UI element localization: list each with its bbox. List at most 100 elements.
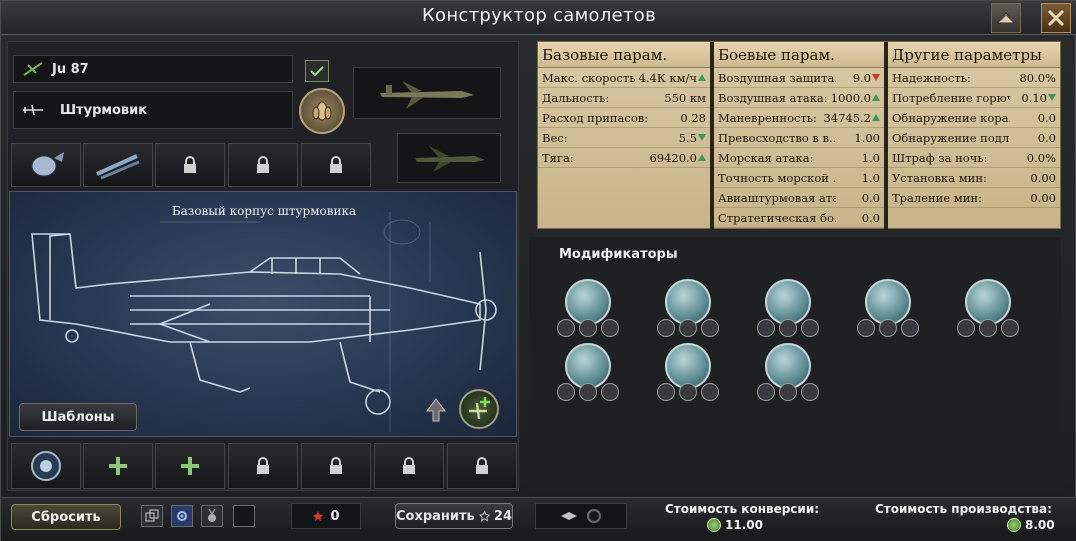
- stat-label: Обнаружение подл...: [892, 130, 1010, 145]
- conversion-cost-label: Стоимость конверсии:: [665, 502, 820, 516]
- modifier-item[interactable]: [757, 279, 819, 341]
- stat-label: Потребление горюч...: [892, 90, 1010, 105]
- aircraft-model-preview[interactable]: [353, 67, 501, 119]
- stat-value: 4.4К км/ч: [639, 71, 706, 85]
- bottom-bar: Сбросить 0 Сохранить 24 Стоимость конвер…: [1, 497, 1076, 541]
- attack-icon: [579, 319, 597, 337]
- stat-value-text: 34745.2: [823, 110, 871, 125]
- view-toggle[interactable]: [535, 503, 627, 529]
- counter-value: 0: [330, 508, 340, 524]
- terrain-icon: [757, 319, 775, 337]
- stat-value-text: 0.28: [680, 110, 706, 125]
- trend-up-icon: [698, 154, 706, 161]
- stat-value-text: 0.00: [1030, 170, 1056, 185]
- upgrade-arrow-icon[interactable]: [425, 397, 447, 423]
- reset-button[interactable]: Сбросить: [11, 504, 121, 530]
- module-slot-locked-2[interactable]: [228, 143, 298, 187]
- lock-icon: [184, 156, 196, 173]
- terrain-icon: [557, 383, 575, 401]
- book-icon: [996, 12, 1016, 24]
- settings-button[interactable]: [171, 505, 193, 527]
- modifier-item[interactable]: [957, 279, 1019, 341]
- design-name-field[interactable]: Ju 87: [13, 55, 293, 83]
- module-slot-locked-5[interactable]: [301, 443, 371, 489]
- add-aircraft-button[interactable]: [459, 389, 499, 429]
- stat-value-text: 0.0: [861, 190, 880, 205]
- stat-value-text: 1.0: [861, 150, 880, 165]
- modifier-item[interactable]: [557, 279, 619, 341]
- trend-up-icon: [872, 114, 880, 121]
- stat-label: Воздушная защита:: [718, 70, 836, 85]
- close-button[interactable]: [1041, 3, 1071, 33]
- plane-variant-image: [415, 146, 485, 172]
- stat-value: 9.0: [853, 71, 880, 85]
- trend-down-icon: [872, 74, 880, 81]
- stat-value-text: 1000.0: [830, 90, 871, 105]
- stuka-model-image: [380, 81, 474, 109]
- stat-label: Обнаружение кора...: [892, 110, 1010, 125]
- stats-panel: Базовые парам. Макс. скорость 4.4К км/ч Да…: [537, 41, 1061, 230]
- stat-row: Превосходство в в... 1.00: [714, 128, 884, 148]
- modifier-item[interactable]: [657, 279, 719, 341]
- modifier-item[interactable]: [557, 343, 619, 405]
- defense-icon: [601, 383, 619, 401]
- stat-value: 1000.0: [831, 91, 880, 105]
- stat-value: 69420.0: [649, 151, 706, 165]
- combat-stats-column: Боевые парам. Воздушная защита: 9.0 Воздуш…: [714, 42, 884, 230]
- save-button[interactable]: Сохранить 24: [395, 503, 513, 529]
- stat-row: Маневренность: 34745.2: [714, 108, 884, 128]
- stat-value: 34745.2: [823, 111, 880, 125]
- terrain-icon: [657, 319, 675, 337]
- terrain-icon: [657, 383, 675, 401]
- module-slot-add-2[interactable]: [155, 443, 225, 489]
- confirm-checkbox[interactable]: [305, 60, 329, 82]
- module-slot-bomb[interactable]: [11, 143, 81, 187]
- medal-button[interactable]: [201, 505, 223, 527]
- module-slot-locked-1[interactable]: [155, 143, 225, 187]
- module-slot-locked-3[interactable]: [301, 143, 371, 187]
- base-stats-header: Базовые парам.: [538, 42, 710, 68]
- plane-plus-icon: [469, 397, 490, 420]
- aircraft-variant-preview[interactable]: [397, 133, 501, 183]
- stat-value-text: 0.00: [1030, 190, 1056, 205]
- close-icon: [1047, 9, 1065, 27]
- module-slot-locked-6[interactable]: [374, 443, 444, 489]
- stat-row: Макс. скорость 4.4К км/ч: [538, 68, 710, 88]
- modifier-item[interactable]: [757, 343, 819, 405]
- stat-label: Авиаштурмовая ата...: [718, 190, 836, 205]
- stat-label: Надежность:: [892, 70, 971, 85]
- lock-icon: [476, 457, 488, 474]
- modifier-item[interactable]: [657, 343, 719, 405]
- bomb-cluster-icon: [312, 101, 332, 121]
- modifier-item[interactable]: [857, 279, 919, 341]
- module-slot-add-1[interactable]: [83, 443, 153, 489]
- medal-icon: [208, 508, 216, 522]
- module-slot-rockets[interactable]: [83, 143, 153, 187]
- templates-button[interactable]: Шаблоны: [19, 403, 137, 431]
- plane-silhouette-icon: [23, 104, 43, 116]
- modifiers-label: Модификаторы: [559, 247, 678, 262]
- attack-icon: [679, 383, 697, 401]
- stat-label: Макс. скорость: [542, 70, 636, 85]
- empty-toggle[interactable]: [233, 505, 255, 527]
- module-slot-locked-7[interactable]: [447, 443, 517, 489]
- defense-icon: [801, 319, 819, 337]
- save-cost: 24: [493, 508, 512, 524]
- defense-icon: [601, 319, 619, 337]
- gear-icon: [177, 511, 187, 521]
- stat-row: Авиаштурмовая ата... 0.0: [714, 188, 884, 208]
- stat-label: Маневренность:: [718, 110, 817, 125]
- defense-icon: [701, 383, 719, 401]
- role-text: Штурмовик: [60, 102, 148, 118]
- module-slot-locked-4[interactable]: [228, 443, 298, 489]
- role-select-button[interactable]: [299, 88, 345, 134]
- help-button[interactable]: [991, 3, 1021, 33]
- stat-label: Траление мин:: [892, 190, 982, 205]
- lock-icon: [403, 457, 415, 474]
- copy-button[interactable]: [141, 505, 163, 527]
- module-slot-engine[interactable]: [11, 443, 81, 489]
- role-field[interactable]: Штурмовик: [13, 91, 293, 129]
- stat-value: 0.28: [680, 111, 706, 125]
- stat-row: Обнаружение подл... 0.0: [888, 128, 1060, 148]
- stat-row: Воздушная защита: 9.0: [714, 68, 884, 88]
